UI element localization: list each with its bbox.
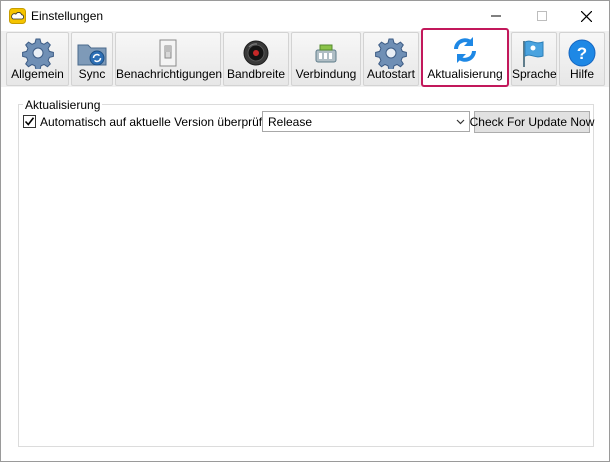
tab-bandbreite[interactable]: Bandbreite	[223, 32, 289, 86]
title-bar: Einstellungen	[1, 1, 609, 31]
maximize-icon	[537, 11, 547, 21]
close-icon	[580, 10, 592, 22]
sync-folder-icon	[77, 44, 107, 66]
channel-select[interactable]: Release	[262, 111, 470, 132]
chevron-down-icon	[456, 119, 465, 125]
tab-hilfe[interactable]: ? Hilfe	[559, 32, 605, 86]
minimize-button[interactable]	[473, 1, 519, 31]
tab-label: Autostart	[366, 67, 416, 81]
close-button[interactable]	[563, 1, 609, 31]
tab-benachrichtigungen[interactable]: Benachrichtigungen	[115, 32, 223, 86]
gear-icon	[375, 38, 407, 69]
tab-label: Verbindung	[295, 67, 357, 81]
refresh-icon	[454, 37, 476, 63]
group-title: Aktualisierung	[23, 98, 103, 112]
auto-check-label[interactable]: Automatisch auf aktuelle Version überprü…	[40, 115, 288, 129]
settings-toolbar: Allgemein Sync Benachrichtigungen Bandbr…	[1, 28, 609, 87]
tab-aktualisierung[interactable]: Aktualisierung	[421, 28, 509, 87]
update-group-box	[18, 104, 594, 447]
tab-label: Benachrichtigungen	[116, 67, 223, 81]
minimize-icon	[491, 15, 501, 17]
gear-icon	[21, 38, 54, 69]
auto-check-checkbox[interactable]	[23, 115, 36, 128]
checkmark-icon	[24, 117, 35, 126]
svg-text:?: ?	[577, 44, 587, 63]
flag-icon	[523, 40, 544, 67]
check-for-update-button[interactable]: Check For Update Now	[470, 111, 594, 133]
help-icon: ?	[568, 39, 596, 67]
tab-verbindung[interactable]: Verbindung	[291, 32, 361, 86]
tab-label: Aktualisierung	[427, 67, 503, 81]
channel-select-value: Release	[268, 115, 313, 129]
tab-label: Hilfe	[569, 67, 594, 81]
app-cloud-icon	[9, 8, 26, 24]
window-title: Einstellungen	[31, 9, 104, 23]
tab-label: Allgemein	[11, 67, 64, 81]
network-connection-icon	[315, 44, 337, 63]
bandwidth-gauge-icon	[243, 40, 269, 66]
tab-autostart[interactable]: Autostart	[363, 32, 419, 86]
tab-sprache[interactable]: Sprache	[511, 32, 557, 86]
settings-window: Einstellungen Allgemein Sync Benachricht…	[0, 0, 610, 462]
tab-sync[interactable]: Sync	[71, 32, 113, 86]
tab-allgemein[interactable]: Allgemein	[6, 32, 69, 86]
tab-label: Sync	[78, 67, 106, 81]
notification-switch-icon	[159, 39, 177, 67]
tab-label: Bandbreite	[226, 67, 286, 81]
tab-label: Sprache	[512, 67, 557, 81]
maximize-button[interactable]	[519, 1, 565, 31]
